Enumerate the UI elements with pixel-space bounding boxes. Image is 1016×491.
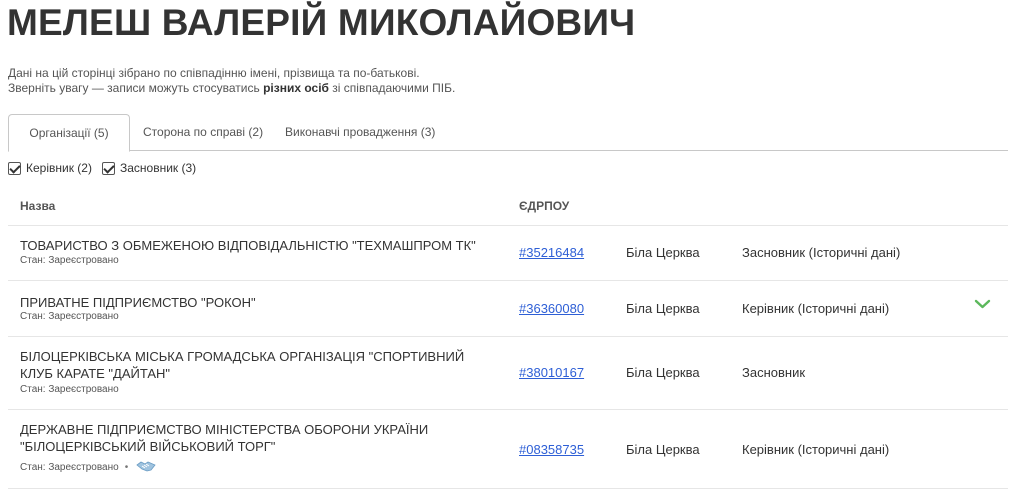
table-row: ДЕРЖАВНЕ ПІДПРИЄМСТВО МІНІСТЕРСТВА ОБОРО… [8,410,1008,489]
org-status-line: Стан: Зареєстровано • [20,459,156,476]
handshake-icon [136,459,156,476]
tab-organizations[interactable]: Організації (5) [8,114,130,152]
filter-director[interactable]: Керівник (2) [8,161,92,175]
founder-checkbox[interactable] [102,161,115,175]
org-status: Стан: Зареєстровано [20,384,119,395]
edrpou-link[interactable]: #35216484 [519,245,584,260]
table-header: Назва ЄДРПОУ [8,186,1008,226]
notice-line-2-text: Зверніть увагу — записи можуть стосувати… [8,81,264,95]
org-role: Засновник (Історичні дані) [742,245,901,260]
chevron-down-icon[interactable] [974,297,991,315]
separator-dot: • [124,462,129,473]
org-name: ТОВАРИСТВО З ОБМЕЖЕНОЮ ВІДПОВІДАЛЬНІСТЮ … [20,238,476,253]
notice-line-2-tail: зі співпадаючими ПІБ. [328,81,456,95]
edrpou-link[interactable]: #36360080 [519,301,584,316]
filter-founder-label: Засновник (3) [120,161,197,175]
org-role: Керівник (Історичні дані) [742,301,890,316]
org-role: Засновник [742,365,806,380]
org-name: ПРИВАТНЕ ПІДПРИЄМСТВО "РОКОН" [20,295,256,310]
org-city: Біла Церква [626,301,700,316]
table-row: ПРИВАТНЕ ПІДПРИЄМСТВО "РОКОН" Стан: Заре… [8,281,1008,337]
director-checkbox[interactable] [8,161,21,175]
tab-bar: Організації (5) Сторона по справі (2) Ви… [8,114,1008,152]
filter-director-label: Керівник (2) [26,161,92,175]
edrpou-link[interactable]: #08358735 [519,442,584,457]
table-row: БІЛОЦЕРКІВСЬКА МІСЬКА ГРОМАДСЬКА ОРГАНІЗ… [8,337,1008,410]
notice-emphasis: різних осіб [263,81,329,95]
table-row: ТОВАРИСТВО З ОБМЕЖЕНОЮ ВІДПОВІДАЛЬНІСТЮ … [8,226,1008,281]
org-status: Стан: Зареєстровано [20,311,119,322]
filter-founder[interactable]: Засновник (3) [102,161,196,175]
org-name: БІЛОЦЕРКІВСЬКА МІСЬКА ГРОМАДСЬКА ОРГАНІЗ… [20,349,465,381]
org-name: ДЕРЖАВНЕ ПІДПРИЄМСТВО МІНІСТЕРСТВА ОБОРО… [20,422,429,454]
org-city: Біла Церква [626,365,700,380]
org-role: Керівник (Історичні дані) [742,442,890,457]
org-status: Стан: Зареєстровано [20,462,119,473]
org-status: Стан: Зареєстровано [20,255,119,266]
column-name-header: Назва [20,199,56,213]
org-city: Біла Церква [626,245,700,260]
edrpou-link[interactable]: #38010167 [519,365,584,380]
tab-enforcement[interactable]: Виконавчі провадження (3) [285,114,435,151]
search-notice: Дані на цій сторінці зібрано по співпаді… [8,66,455,96]
tab-court-party[interactable]: Сторона по справі (2) [143,114,263,151]
column-code-header: ЄДРПОУ [519,199,570,213]
org-city: Біла Церква [626,442,700,457]
notice-line-2: Зверніть увагу — записи можуть стосувати… [8,81,455,96]
page-title: МЕЛЕШ ВАЛЕРІЙ МИКОЛАЙОВИЧ [7,2,636,43]
notice-line-1: Дані на цій сторінці зібрано по співпаді… [8,66,420,80]
